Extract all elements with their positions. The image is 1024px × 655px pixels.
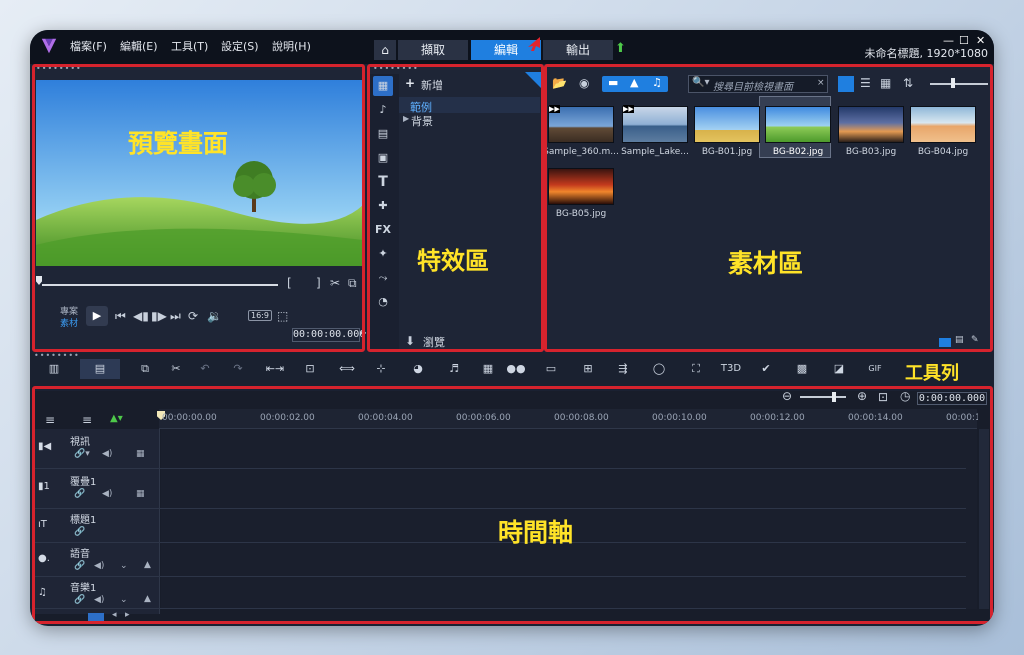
- menu-help[interactable]: 說明(H): [272, 38, 311, 54]
- menu-file[interactable]: 檔案(F): [70, 38, 107, 54]
- timeline-view-icon[interactable]: ▤: [80, 359, 120, 379]
- project-info: 未命名標題, 1920*1080: [864, 47, 988, 60]
- title-bar: 檔案(F) 編輯(E) 工具(T) 設定(S) 說明(H) ⌂ 擷取 編輯 輸出…: [30, 30, 994, 64]
- subtitle-editor-icon[interactable]: ▭: [540, 359, 562, 379]
- toolbar-annotation: 工具列: [905, 363, 959, 384]
- app-logo-icon: [41, 38, 57, 54]
- timeline-highlight-border: [32, 386, 993, 624]
- screen-capture-icon[interactable]: ⛶: [685, 359, 707, 379]
- crop-tool-icon[interactable]: ⊡: [299, 359, 321, 379]
- menu-tools[interactable]: 工具(T): [171, 38, 208, 54]
- split-screen-icon[interactable]: ⊞: [577, 359, 599, 379]
- home-button[interactable]: ⌂: [374, 40, 396, 60]
- cursor-arrow-icon: [528, 37, 540, 51]
- pan-zoom-icon[interactable]: ⊹: [370, 359, 392, 379]
- library-highlight-border: [544, 64, 993, 352]
- menu-edit[interactable]: 編輯(E): [120, 38, 158, 54]
- effects-highlight-border: [367, 64, 544, 352]
- multicam-icon[interactable]: ▦: [477, 359, 499, 379]
- menu-settings[interactable]: 設定(S): [221, 38, 259, 54]
- track-manager-icon[interactable]: ⧉: [134, 359, 156, 379]
- storyboard-view-icon[interactable]: ▥: [43, 359, 65, 379]
- audio-mixer-icon[interactable]: ♬: [443, 359, 465, 379]
- tab-capture[interactable]: 擷取: [398, 40, 468, 60]
- gif-creator-icon[interactable]: GIF: [864, 359, 886, 379]
- preview-highlight-border: [32, 64, 365, 352]
- mix-tools-icon[interactable]: ✂: [165, 359, 187, 379]
- tab-share[interactable]: 輸出: [543, 40, 613, 60]
- motion-tracking-icon[interactable]: ⇶: [612, 359, 634, 379]
- 3d-title-icon[interactable]: T3D: [720, 359, 742, 379]
- morph-icon[interactable]: ◯: [648, 359, 670, 379]
- mask-creator-icon[interactable]: ◪: [828, 359, 850, 379]
- time-remap-icon[interactable]: ▩: [791, 359, 813, 379]
- upload-arrow-icon[interactable]: ⬆: [615, 41, 626, 56]
- toolbar: •••••••• ▥ ▤ ⧉ ✂ ↶ ↷ ⇤⇥ ⊡ ⟺ ⊹ ◕ ♬ ▦ ●● ▭…: [30, 352, 994, 389]
- undo-icon[interactable]: ↶: [194, 359, 216, 379]
- color-grading-icon[interactable]: ◕: [407, 359, 429, 379]
- redo-icon[interactable]: ↷: [227, 359, 249, 379]
- fit-width-icon[interactable]: ⇤⇥: [264, 359, 286, 379]
- blend-icon[interactable]: ●●: [505, 359, 527, 379]
- trim-icon[interactable]: ⟺: [336, 359, 358, 379]
- highlight-icon[interactable]: ✔: [755, 359, 777, 379]
- home-icon: ⌂: [381, 43, 389, 57]
